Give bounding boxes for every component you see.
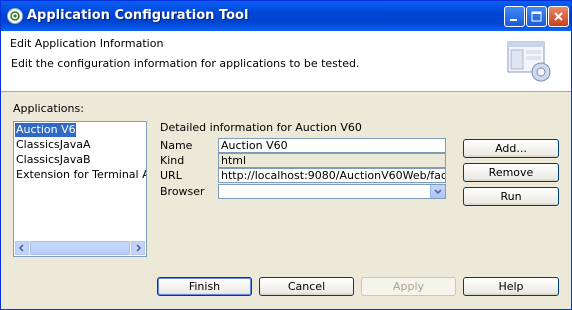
scroll-right-button[interactable]	[131, 241, 145, 255]
details-heading: Detailed information for Auction V60	[160, 121, 362, 134]
url-field[interactable]: http://localhost:9080/AuctionV60Web/face…	[218, 168, 446, 183]
remove-button[interactable]: Remove	[463, 163, 559, 182]
kind-field: html	[218, 153, 446, 168]
close-icon	[554, 12, 563, 21]
dropdown-button[interactable]	[430, 185, 445, 198]
app-icon	[7, 8, 23, 24]
horizontal-scrollbar[interactable]	[15, 241, 145, 255]
help-button[interactable]: Help	[463, 277, 559, 296]
minimize-button[interactable]	[504, 6, 525, 27]
applications-label: Applications:	[13, 102, 84, 115]
scroll-left-button[interactable]	[15, 241, 29, 255]
name-field[interactable]: Auction V60	[218, 138, 446, 153]
apply-button[interactable]: Apply	[361, 277, 456, 296]
window-title: Application Configuration Tool	[27, 8, 249, 23]
minimize-icon	[510, 19, 517, 21]
finish-button[interactable]: Finish	[157, 277, 252, 296]
arrow-right-icon	[136, 244, 142, 252]
arrow-left-icon	[18, 244, 24, 252]
run-button[interactable]: Run	[463, 187, 559, 206]
header-description: Edit the configuration information for a…	[11, 57, 360, 70]
chevron-down-icon	[434, 189, 442, 195]
cancel-button[interactable]: Cancel	[259, 277, 354, 296]
dialog-window: Application Configuration Tool Edit Appl…	[0, 0, 572, 310]
name-label: Name	[160, 139, 193, 152]
kind-label: Kind	[160, 154, 185, 167]
close-button[interactable]	[548, 6, 569, 27]
list-item[interactable]: Extension for Terminal Applic	[15, 168, 146, 182]
title-bar[interactable]: Application Configuration Tool	[1, 1, 571, 31]
maximize-button[interactable]	[526, 6, 547, 27]
header-title: Edit Application Information	[10, 37, 164, 50]
list-item[interactable]: ClassicsJavaA	[15, 138, 146, 152]
url-label: URL	[160, 169, 182, 182]
add-button[interactable]: Add...	[463, 139, 559, 158]
scroll-thumb[interactable]	[30, 241, 130, 255]
browser-label: Browser	[160, 185, 205, 198]
list-item[interactable]: Auction V60	[15, 123, 83, 137]
configuration-wizard-icon	[507, 41, 551, 82]
applications-list[interactable]: Auction V60 ClassicsJavaA ClassicsJavaB …	[13, 121, 147, 257]
browser-combo[interactable]	[218, 184, 446, 199]
list-item[interactable]: ClassicsJavaB	[15, 153, 146, 167]
maximize-icon	[531, 11, 542, 22]
header-banner: Edit Application Information Edit the co…	[1, 31, 571, 92]
